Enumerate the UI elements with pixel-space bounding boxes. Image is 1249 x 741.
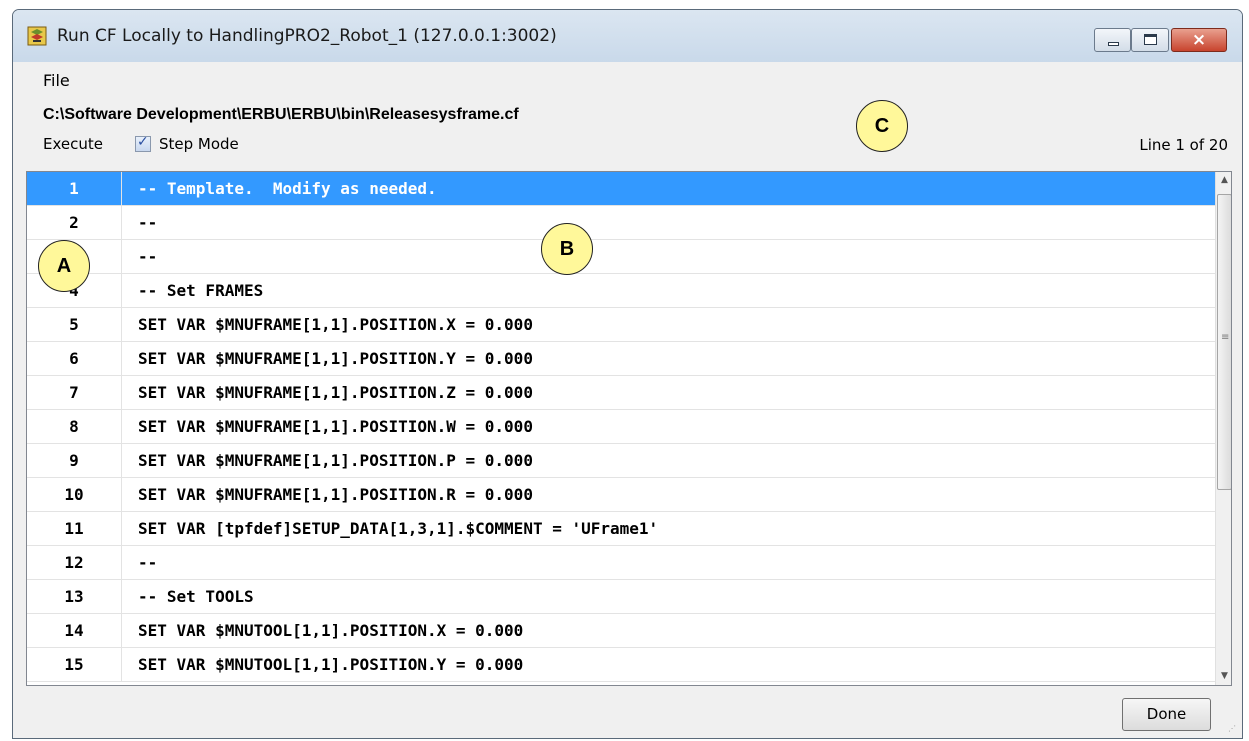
code-row[interactable]: 7 SET VAR $MNUFRAME[1,1].POSITION.Z = 0.0…: [27, 376, 1215, 410]
resize-grip-icon[interactable]: ⋰: [1228, 724, 1238, 734]
scroll-thumb[interactable]: ≡: [1217, 194, 1231, 490]
line-number: 9: [27, 444, 122, 477]
line-number: 6: [27, 342, 122, 375]
code-row[interactable]: 3--: [27, 240, 1215, 274]
code-row[interactable]: 14 SET VAR $MNUTOOL[1,1].POSITION.X = 0.0…: [27, 614, 1215, 648]
code-row[interactable]: 12 --: [27, 546, 1215, 580]
line-number: 15: [27, 648, 122, 681]
callout-b: B: [541, 223, 593, 275]
close-icon: ×: [1191, 30, 1207, 50]
done-button[interactable]: Done: [1122, 698, 1211, 731]
close-button[interactable]: ×: [1171, 28, 1227, 52]
code-text: --: [138, 213, 158, 232]
callout-c: C: [856, 100, 908, 152]
code-text: -- Template. Modify as needed.: [138, 179, 437, 198]
minimize-button[interactable]: [1094, 28, 1131, 52]
code-text: -- Set FRAMES: [138, 281, 264, 300]
line-number: 13: [27, 580, 122, 613]
minimize-icon: [1108, 42, 1119, 46]
code-row[interactable]: 10 SET VAR $MNUFRAME[1,1].POSITION.R = 0.…: [27, 478, 1215, 512]
menu-file[interactable]: File: [43, 71, 70, 90]
checkmark-icon: ✓: [137, 134, 149, 150]
code-row[interactable]: 11 SET VAR [tpfdef]SETUP_DATA[1,3,1].$COM…: [27, 512, 1215, 546]
code-text: SET VAR $MNUTOOL[1,1].POSITION.Y = 0.000: [138, 655, 524, 674]
maximize-button[interactable]: [1131, 28, 1169, 52]
code-text: -- Set TOOLS: [138, 587, 254, 606]
callout-a: A: [38, 240, 90, 292]
line-number: 11: [27, 512, 122, 545]
code-row[interactable]: 8 SET VAR $MNUFRAME[1,1].POSITION.W = 0.0…: [27, 410, 1215, 444]
line-number: 1: [27, 172, 122, 205]
code-row[interactable]: 15 SET VAR $MNUTOOL[1,1].POSITION.Y = 0.0…: [27, 648, 1215, 682]
window-title: Run CF Locally to HandlingPRO2_Robot_1 (…: [57, 26, 557, 46]
execute-button[interactable]: Execute: [43, 135, 103, 153]
code-row[interactable]: 4 -- Set FRAMES: [27, 274, 1215, 308]
code-row[interactable]: 9 SET VAR $MNUFRAME[1,1].POSITION.P = 0.0…: [27, 444, 1215, 478]
menu-bar: File: [13, 62, 1242, 100]
line-number: 5: [27, 308, 122, 341]
robot-app-icon: [27, 26, 47, 46]
code-text: --: [138, 247, 158, 266]
file-path: C:\Software Development\ERBU\ERBU\bin\Re…: [43, 106, 519, 123]
code-text: SET VAR $MNUFRAME[1,1].POSITION.Z = 0.00…: [138, 383, 533, 402]
line-number: 2: [27, 206, 122, 239]
code-text: SET VAR $MNUFRAME[1,1].POSITION.X = 0.00…: [138, 315, 533, 334]
code-grid[interactable]: 1-- Template. Modify as needed.2--3--4--…: [26, 171, 1232, 686]
code-text: SET VAR $MNUTOOL[1,1].POSITION.X = 0.000: [138, 621, 524, 640]
line-number: 8: [27, 410, 122, 443]
code-text: SET VAR $MNUFRAME[1,1].POSITION.P = 0.00…: [138, 451, 533, 470]
code-row[interactable]: 5 SET VAR $MNUFRAME[1,1].POSITION.X = 0.0…: [27, 308, 1215, 342]
line-number: 14: [27, 614, 122, 647]
code-row[interactable]: 13 -- Set TOOLS: [27, 580, 1215, 614]
code-row[interactable]: 2 --: [27, 206, 1215, 240]
title-bar[interactable]: Run CF Locally to HandlingPRO2_Robot_1 (…: [13, 10, 1242, 62]
scroll-up-arrow-icon[interactable]: ▲: [1216, 172, 1231, 189]
code-text: SET VAR $MNUFRAME[1,1].POSITION.W = 0.00…: [138, 417, 533, 436]
code-text: SET VAR $MNUFRAME[1,1].POSITION.Y = 0.00…: [138, 349, 533, 368]
maximize-icon: [1144, 34, 1157, 45]
code-text: --: [138, 553, 158, 572]
step-mode-label[interactable]: Step Mode: [159, 135, 239, 153]
code-row[interactable]: 1 -- Template. Modify as needed.: [27, 172, 1215, 206]
code-row[interactable]: 6 SET VAR $MNUFRAME[1,1].POSITION.Y = 0.0…: [27, 342, 1215, 376]
line-number: 7: [27, 376, 122, 409]
step-mode-checkbox[interactable]: ✓: [135, 134, 151, 152]
code-text: SET VAR [tpfdef]SETUP_DATA[1,3,1].$COMME…: [138, 519, 659, 538]
line-number: 12: [27, 546, 122, 579]
scroll-down-arrow-icon[interactable]: ▼: [1216, 668, 1231, 685]
grip-icon: ≡: [1221, 332, 1230, 343]
vertical-scrollbar[interactable]: ▲ ≡ ▼: [1215, 172, 1231, 685]
cf-run-window: Run CF Locally to HandlingPRO2_Robot_1 (…: [12, 9, 1243, 739]
line-status: Line 1 of 20: [1139, 136, 1228, 154]
line-number: 10: [27, 478, 122, 511]
code-text: SET VAR $MNUFRAME[1,1].POSITION.R = 0.00…: [138, 485, 533, 504]
